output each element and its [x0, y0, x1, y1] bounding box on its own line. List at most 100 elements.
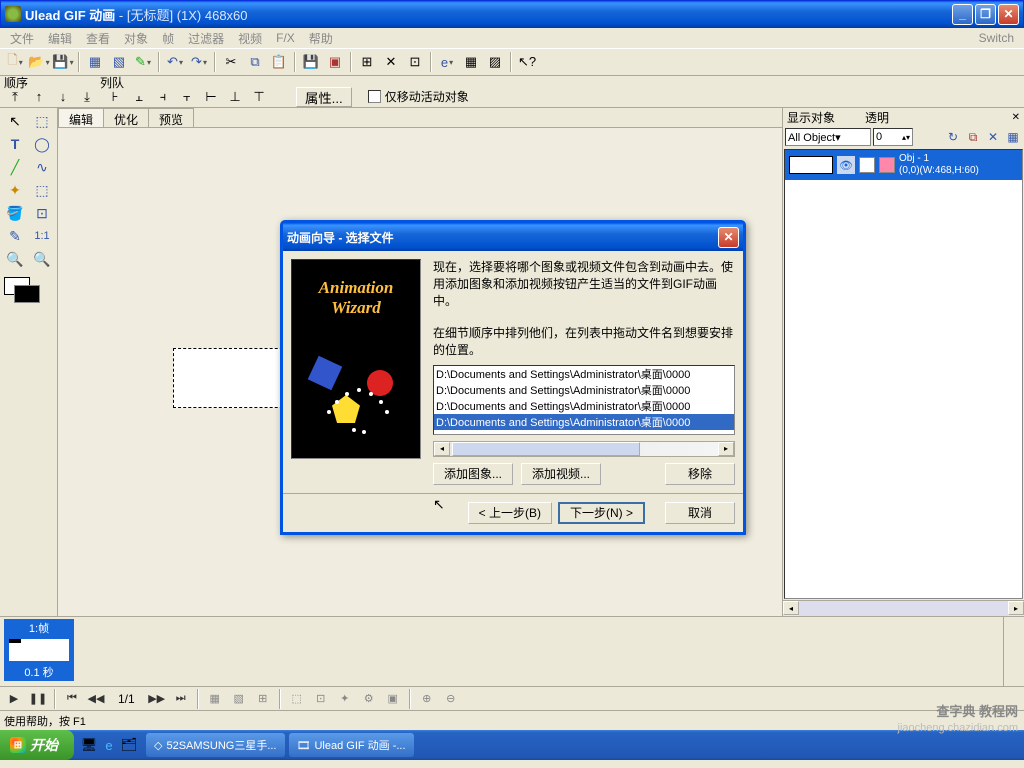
play-button[interactable]: ▶ — [4, 690, 24, 708]
pb-icon-i[interactable]: ⊕ — [417, 690, 437, 708]
align-d-icon[interactable]: ⫟ — [176, 86, 198, 108]
scroll-thumb[interactable] — [452, 442, 640, 456]
tool-f-icon[interactable]: ⊞ — [356, 51, 378, 73]
ql-icon-a[interactable]: 🖥 — [80, 736, 98, 754]
start-button[interactable]: 开始 — [0, 730, 74, 760]
pb-icon-b[interactable]: ▧ — [229, 690, 249, 708]
wand-tool-icon[interactable]: ✦ — [2, 179, 28, 201]
ql-icon-c[interactable]: 🗂 — [120, 736, 138, 754]
pb-icon-c[interactable]: ⊞ — [253, 690, 273, 708]
dialog-titlebar[interactable]: 动画向导 - 选择文件 ✕ — [283, 223, 743, 251]
taskbar-task-2[interactable]: 🎞 Ulead GIF 动画 -... — [289, 733, 414, 757]
curve-tool-icon[interactable]: ∿ — [29, 156, 55, 178]
tool-c-icon[interactable]: ✎ — [132, 51, 154, 73]
crop-tool-icon[interactable]: ⊡ — [29, 202, 55, 224]
tool-i-icon[interactable]: ▦ — [460, 51, 482, 73]
properties-button[interactable]: 属性... — [296, 87, 352, 107]
close-button[interactable]: ✕ — [998, 4, 1019, 25]
obj-swatch-white[interactable] — [859, 157, 875, 173]
next-frame-button[interactable]: ▶▶ — [147, 690, 167, 708]
next-button[interactable]: 下一步(N) > — [558, 502, 645, 524]
objects-dropdown[interactable]: All Object▾ — [785, 128, 871, 146]
menu-file[interactable]: 文件 — [4, 28, 40, 49]
undo-button[interactable]: ↶ — [164, 51, 186, 73]
new-button[interactable]: 🗋 — [4, 51, 26, 73]
move-only-checkbox[interactable] — [368, 90, 381, 103]
file-list[interactable]: D:\Documents and Settings\Administrator\… — [433, 365, 735, 435]
text-tool-icon[interactable]: T — [2, 133, 28, 155]
obj-swatch-pink[interactable] — [879, 157, 895, 173]
tab-optimize[interactable]: 优化 — [103, 108, 149, 127]
pb-icon-g[interactable]: ⚙ — [359, 690, 379, 708]
file-list-scrollbar[interactable]: ◂ ▸ — [433, 441, 735, 457]
pointer-tool-icon[interactable]: ↖ — [2, 110, 28, 132]
first-frame-button[interactable]: ⏮ — [62, 690, 82, 708]
scroll-left-icon[interactable]: ◂ — [434, 442, 450, 456]
pb-icon-d[interactable]: ⬚ — [287, 690, 307, 708]
background-color[interactable] — [14, 285, 40, 303]
panel-close-icon[interactable]: ✕ — [1012, 112, 1020, 123]
add-image-button[interactable]: 添加图象... — [433, 463, 513, 485]
remove-button[interactable]: 移除 — [665, 463, 735, 485]
save-button[interactable]: 💾 — [52, 51, 74, 73]
oval-tool-icon[interactable]: ◯ — [29, 133, 55, 155]
eyedropper-tool-icon[interactable]: ✎ — [2, 225, 28, 247]
tool-e-icon[interactable]: ▣ — [324, 51, 346, 73]
cut-button[interactable]: ✂ — [220, 51, 242, 73]
scale-tool-icon[interactable]: 1:1 — [29, 225, 55, 247]
pb-icon-f[interactable]: ✦ — [335, 690, 355, 708]
align-b-icon[interactable]: ⫠ — [128, 86, 150, 108]
tool-h-icon[interactable]: ⊡ — [404, 51, 426, 73]
tool-a-icon[interactable]: ▦ — [84, 51, 106, 73]
align-c-icon[interactable]: ⫞ — [152, 86, 174, 108]
back-button[interactable]: < 上一步(B) — [468, 502, 552, 524]
menu-fx[interactable]: F/X — [270, 29, 301, 47]
tool-g-icon[interactable]: ✕ — [380, 51, 402, 73]
pb-icon-h[interactable]: ▣ — [383, 690, 403, 708]
last-frame-button[interactable]: ⏭ — [171, 690, 191, 708]
maximize-button[interactable]: ❐ — [975, 4, 996, 25]
brush-tool-icon[interactable]: ╱ — [2, 156, 28, 178]
order-bottom-icon[interactable]: ⤓ — [76, 86, 98, 108]
panel-icon-c[interactable]: ✕ — [984, 128, 1002, 146]
tool-b-icon[interactable]: ▧ — [108, 51, 130, 73]
object-row[interactable]: 👁 Obj - 1 (0,0)(W:468,H:60) — [785, 150, 1022, 180]
dialog-close-button[interactable]: ✕ — [718, 227, 739, 248]
menu-switch[interactable]: Switch — [973, 29, 1020, 47]
redo-button[interactable]: ↷ — [188, 51, 210, 73]
panel-icon-b[interactable]: ⧉ — [964, 128, 982, 146]
minimize-button[interactable]: _ — [952, 4, 973, 25]
tab-preview[interactable]: 预览 — [148, 108, 194, 127]
menu-help[interactable]: 帮助 — [303, 28, 339, 49]
panel-icon-d[interactable]: ▦ — [1004, 128, 1022, 146]
copy-button[interactable]: ⧉ — [244, 51, 266, 73]
tool-d-icon[interactable]: 💾 — [300, 51, 322, 73]
visibility-icon[interactable]: 👁 — [837, 156, 855, 174]
order-down-icon[interactable]: ↓ — [52, 86, 74, 108]
add-video-button[interactable]: 添加视频... — [521, 463, 601, 485]
pause-button[interactable]: ❚❚ — [28, 690, 48, 708]
file-row[interactable]: D:\Documents and Settings\Administrator\… — [434, 398, 734, 414]
tool-j-icon[interactable]: ▨ — [484, 51, 506, 73]
zoom-out-tool-icon[interactable]: 🔍 — [29, 248, 55, 270]
align-f-icon[interactable]: ⊥ — [224, 86, 246, 108]
panel-icon-a[interactable]: ↻ — [944, 128, 962, 146]
menu-object[interactable]: 对象 — [118, 28, 154, 49]
pb-icon-e[interactable]: ⊡ — [311, 690, 331, 708]
ql-icon-b[interactable]: e — [100, 736, 118, 754]
file-row-selected[interactable]: D:\Documents and Settings\Administrator\… — [434, 414, 734, 430]
menu-video[interactable]: 视频 — [232, 28, 268, 49]
prev-frame-button[interactable]: ◀◀ — [86, 690, 106, 708]
zoom-in-tool-icon[interactable]: 🔍 — [2, 248, 28, 270]
file-row[interactable]: D:\Documents and Settings\Administrator\… — [434, 382, 734, 398]
pb-icon-a[interactable]: ▦ — [205, 690, 225, 708]
menu-view[interactable]: 查看 — [80, 28, 116, 49]
cancel-button[interactable]: 取消 — [665, 502, 735, 524]
timeline-frame[interactable]: 1:帧 0.1 秒 — [4, 619, 74, 681]
canvas-selection[interactable] — [173, 348, 293, 408]
open-button[interactable]: 📂 — [28, 51, 50, 73]
browser-icon[interactable]: e — [436, 51, 458, 73]
pb-icon-j[interactable]: ⊖ — [441, 690, 461, 708]
panel-scrollbar[interactable]: ◂▸ — [783, 600, 1024, 616]
transparency-spinner[interactable]: 0▴▾ — [873, 128, 913, 146]
